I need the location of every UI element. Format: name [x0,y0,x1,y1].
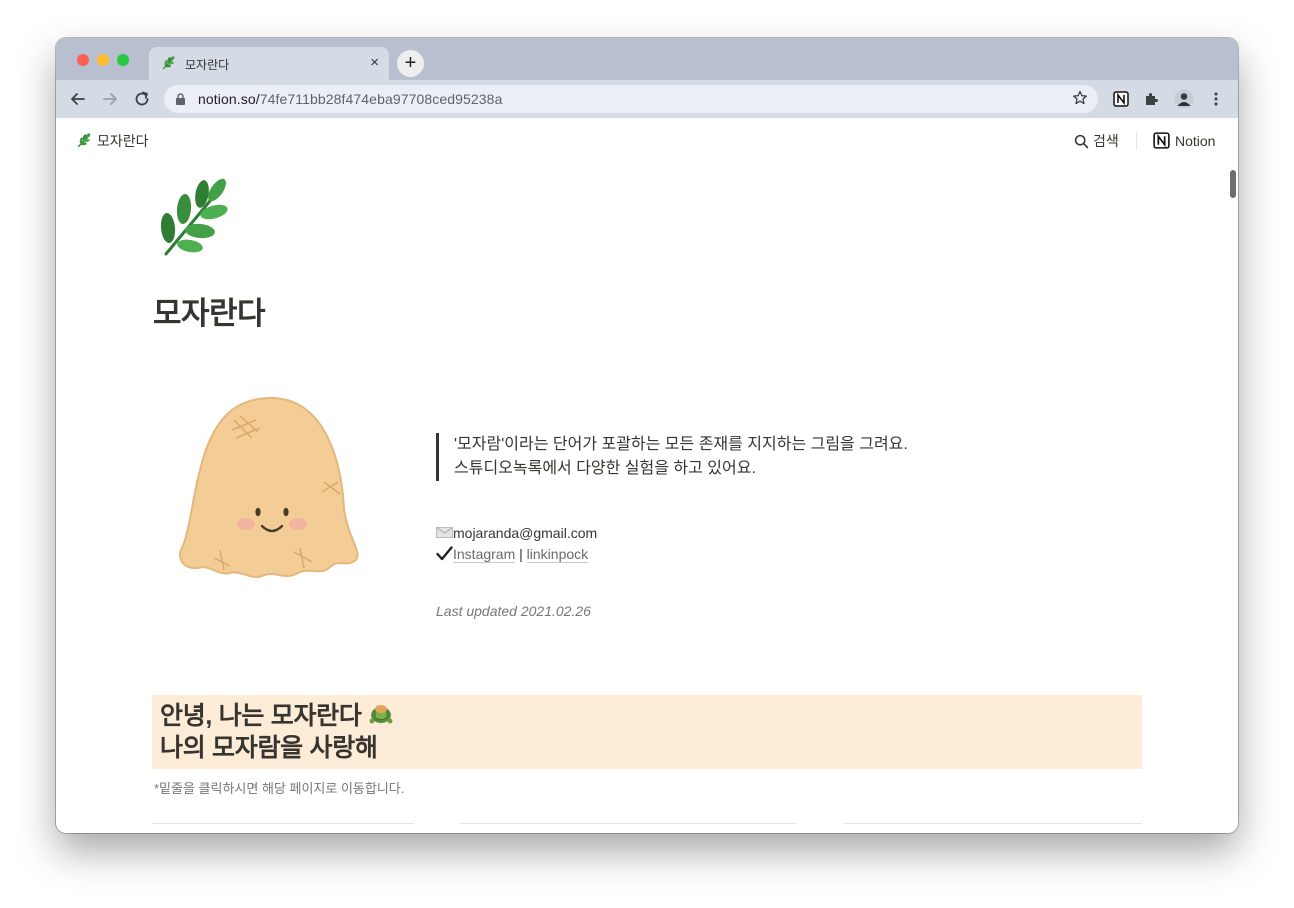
notion-label: Notion [1175,133,1216,149]
email-line: mojaranda@gmail.com [436,523,597,544]
notion-topbar: 모자란다 검색 Notion [56,118,1238,162]
more-menu-icon[interactable] [1207,90,1225,108]
extensions-puzzle-icon[interactable] [1143,90,1161,108]
profile-avatar[interactable] [1174,89,1194,109]
forward-icon[interactable] [100,89,120,109]
minimize-window-button[interactable] [97,54,109,66]
contact-block: mojaranda@gmail.com Instagram | linkinpo… [436,523,597,565]
lock-icon [176,93,185,105]
card-divider [152,823,414,824]
quote-line: 스튜디오녹록에서 다양한 실험을 하고 있어요. [454,460,756,477]
breadcrumb[interactable]: 모자란다 [76,131,149,151]
new-tab-button[interactable]: + [397,50,424,77]
browser-tab[interactable]: 모자란다 × [149,47,389,80]
callout-text: 안녕, 나는 모자란다 나의 모자람을 사랑해 [160,700,394,764]
reload-icon[interactable] [132,89,152,109]
url-path: 74fe711bb28f474eba97708ced95238a [259,91,503,107]
breadcrumb-label: 모자란다 [97,133,149,149]
last-updated-text: Last updated 2021.02.26 [436,603,591,619]
ghost-mascot-image [179,396,359,578]
close-window-button[interactable] [77,54,89,66]
callout-line2: 나의 모자람을 사랑해 [160,734,378,762]
card-divider [459,823,797,824]
tab-title: 모자란다 [185,58,230,72]
turtle-icon [369,705,393,724]
url-text: notion.so/74fe711bb28f474eba97708ced9523… [198,91,502,107]
notion-logo-icon [1153,132,1170,149]
notion-extension-icon[interactable] [1112,90,1130,108]
callout-block: 안녕, 나는 모자란다 나의 모자람을 사랑해 [152,695,1142,769]
hint-note: *밑줄을 클릭하시면 해당 페이지로 이동합니다. [154,781,405,796]
search-button[interactable]: 검색 [1074,131,1119,151]
close-tab-icon[interactable]: × [370,54,379,72]
search-icon [1074,134,1089,149]
maximize-window-button[interactable] [117,54,129,66]
quote-line: '모자람'이라는 단어가 포괄하는 모든 존재를 지지하는 그림을 그려요. [454,436,908,453]
quote-block: '모자람'이라는 단어가 포괄하는 모든 존재를 지지하는 그림을 그려요. 스… [436,433,908,481]
linkinpock-link[interactable]: linkinpock [526,546,589,563]
title-bar: 모자란다 × + [56,38,1238,80]
herb-icon [77,133,91,148]
topbar-divider [1136,132,1137,150]
envelope-icon [436,527,453,538]
browser-window: 모자란다 × + notion.so/74fe711bb28f474eba977… [56,38,1238,833]
callout-line: 안녕, 나는 모자란다 [160,700,394,732]
page-title: 모자란다 [153,296,266,331]
instagram-link[interactable]: Instagram [453,546,516,563]
search-label: 검색 [1093,133,1119,149]
notion-link[interactable]: Notion [1152,131,1215,150]
card-divider [843,823,1142,824]
browser-toolbar: notion.so/74fe711bb28f474eba97708ced9523… [56,80,1238,119]
address-bar[interactable]: notion.so/74fe711bb28f474eba97708ced9523… [164,85,1098,113]
herb-icon [160,178,228,256]
scrollbar-thumb[interactable] [1230,170,1236,198]
link-separator: | [515,546,527,562]
url-host: notion.so/ [198,91,260,107]
callout-line1: 안녕, 나는 모자란다 [160,702,362,730]
check-mark-icon [436,546,453,561]
email-text: mojaranda@gmail.com [453,525,598,541]
herb-icon [162,56,175,70]
back-icon[interactable] [68,89,88,109]
links-line: Instagram | linkinpock [436,544,597,565]
bookmark-star-icon[interactable] [1072,90,1088,106]
